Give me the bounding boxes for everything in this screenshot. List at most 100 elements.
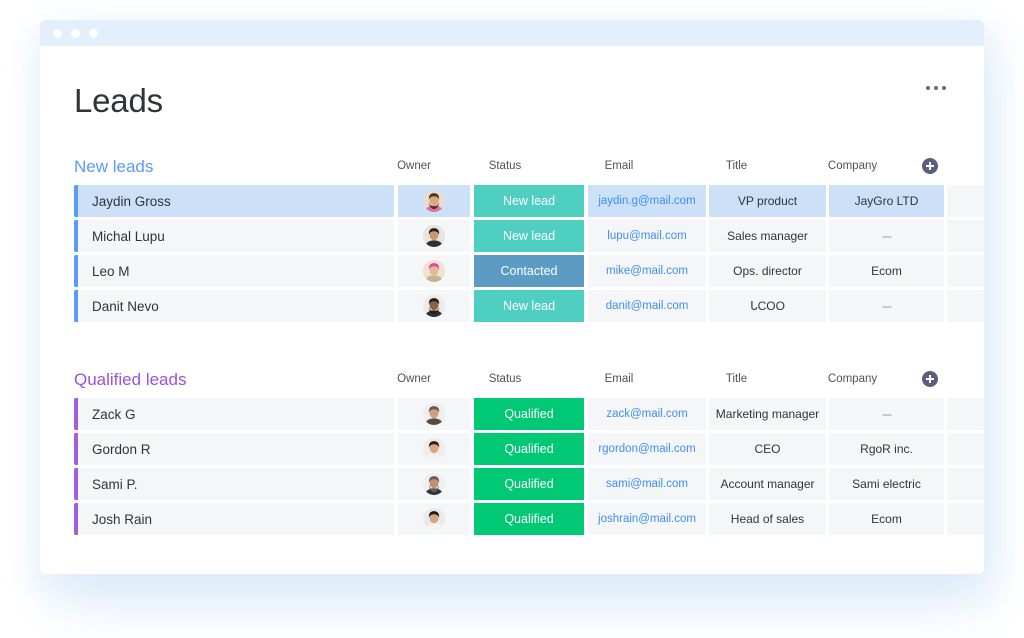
board-content: Leads New leads Owner Status Email Title…	[40, 46, 984, 574]
group-qualified-leads: Qualified leads Owner Status Email Title…	[74, 366, 950, 535]
cell-email[interactable]: zack@mail.com	[588, 398, 706, 430]
cell-email[interactable]: jaydin.g@mail.com	[588, 185, 706, 217]
cell-title[interactable]: CEO	[709, 433, 826, 465]
avatar	[423, 190, 445, 212]
cell-company[interactable]: RgoR inc.	[829, 433, 944, 465]
status-badge[interactable]: New lead	[474, 185, 584, 217]
column-header-row: New leads Owner Status Email Title Compa…	[74, 153, 950, 179]
cell-owner[interactable]	[398, 255, 470, 287]
cell-empty	[947, 503, 984, 535]
avatar	[423, 403, 445, 425]
column-header-row: Qualified leads Owner Status Email Title…	[74, 366, 950, 392]
cell-empty	[947, 255, 984, 287]
cell-lead-name[interactable]: Jaydin Gross	[78, 185, 394, 217]
table-row[interactable]: Jaydin Gross New lead jaydin.g@mail.com …	[74, 185, 950, 217]
page-header: Leads	[74, 76, 950, 117]
status-badge[interactable]: Qualified	[474, 503, 584, 535]
cell-email[interactable]: joshrain@mail.com	[588, 503, 706, 535]
add-column-cell	[910, 158, 950, 174]
cell-lead-name[interactable]: Josh Rain	[78, 503, 394, 535]
table-row[interactable]: Danit Nevo New lead danit@mail.com ᒐCOO …	[74, 290, 950, 322]
cell-owner[interactable]	[398, 503, 470, 535]
cell-email[interactable]: mike@mail.com	[588, 255, 706, 287]
cell-owner[interactable]	[398, 220, 470, 252]
browser-window: Leads New leads Owner Status Email Title…	[40, 20, 984, 574]
column-header-title[interactable]: Title	[678, 373, 795, 385]
avatar	[423, 438, 445, 460]
column-header-title[interactable]: Title	[678, 160, 795, 172]
status-badge[interactable]: Qualified	[474, 398, 584, 430]
window-dot-maximize-icon[interactable]	[89, 29, 98, 38]
cell-lead-name[interactable]: Zack G	[78, 398, 394, 430]
cell-company[interactable]: ---	[829, 290, 944, 322]
cell-owner[interactable]	[398, 398, 470, 430]
cell-title[interactable]: Account manager	[709, 468, 826, 500]
column-header-email[interactable]: Email	[560, 160, 678, 172]
table-row[interactable]: Sami P. Qualified sami@mail.com Account …	[74, 468, 950, 500]
cell-title[interactable]: ᒐCOO	[709, 290, 826, 322]
cell-email[interactable]: sami@mail.com	[588, 468, 706, 500]
table-row[interactable]: Michal Lupu New lead lupu@mail.com Sales…	[74, 220, 950, 252]
table-row[interactable]: Josh Rain Qualified joshrain@mail.com He…	[74, 503, 950, 535]
status-badge[interactable]: New lead	[474, 220, 584, 252]
status-badge[interactable]: Qualified	[474, 468, 584, 500]
cell-empty	[947, 220, 984, 252]
cell-company[interactable]: Ecom	[829, 255, 944, 287]
cell-lead-name[interactable]: Michal Lupu	[78, 220, 394, 252]
column-header-company[interactable]: Company	[795, 160, 910, 172]
column-header-status[interactable]: Status	[450, 160, 560, 172]
group-title-qualified-leads[interactable]: Qualified leads	[74, 371, 186, 388]
column-header-email[interactable]: Email	[560, 373, 678, 385]
cell-empty	[947, 290, 984, 322]
add-column-icon[interactable]	[922, 371, 938, 387]
group-list: New leads Owner Status Email Title Compa…	[74, 153, 950, 535]
cell-owner[interactable]	[398, 433, 470, 465]
cell-title[interactable]: VP product	[709, 185, 826, 217]
window-dot-minimize-icon[interactable]	[71, 29, 80, 38]
cell-owner[interactable]	[398, 468, 470, 500]
cell-lead-name[interactable]: Danit Nevo	[78, 290, 394, 322]
cell-lead-name[interactable]: Sami P.	[78, 468, 394, 500]
group-title-new-leads[interactable]: New leads	[74, 158, 153, 175]
cell-title[interactable]: Head of sales	[709, 503, 826, 535]
status-badge[interactable]: New lead	[474, 290, 584, 322]
column-header-owner[interactable]: Owner	[378, 160, 450, 172]
avatar	[423, 508, 445, 530]
table-row[interactable]: Gordon R Qualified rgordon@mail.com CEO …	[74, 433, 950, 465]
page-root: Leads New leads Owner Status Email Title…	[0, 0, 1024, 638]
cell-title[interactable]: Sales manager	[709, 220, 826, 252]
column-header-company[interactable]: Company	[795, 373, 910, 385]
cell-email[interactable]: lupu@mail.com	[588, 220, 706, 252]
table-row[interactable]: Leo M Contacted mike@mail.com Ops. direc…	[74, 255, 950, 287]
cell-email[interactable]: rgordon@mail.com	[588, 433, 706, 465]
cell-lead-name[interactable]: Gordon R	[78, 433, 394, 465]
cell-company[interactable]: JayGro LTD	[829, 185, 944, 217]
add-column-icon[interactable]	[922, 158, 938, 174]
window-dot-close-icon[interactable]	[53, 29, 62, 38]
cell-email[interactable]: danit@mail.com	[588, 290, 706, 322]
cell-lead-name[interactable]: Leo M	[78, 255, 394, 287]
cell-company[interactable]: Sami electric	[829, 468, 944, 500]
cell-company[interactable]: ---	[829, 398, 944, 430]
cell-empty	[947, 433, 984, 465]
cell-title[interactable]: Marketing manager	[709, 398, 826, 430]
column-header-status[interactable]: Status	[450, 373, 560, 385]
status-badge[interactable]: Contacted	[474, 255, 584, 287]
avatar	[423, 260, 445, 282]
column-header-owner[interactable]: Owner	[378, 373, 450, 385]
cell-owner[interactable]	[398, 185, 470, 217]
avatar	[423, 225, 445, 247]
cell-company[interactable]: ---	[829, 220, 944, 252]
avatar	[423, 473, 445, 495]
cell-title[interactable]: Ops. director	[709, 255, 826, 287]
kebab-menu-icon[interactable]	[926, 76, 950, 90]
cell-empty	[947, 398, 984, 430]
page-title: Leads	[74, 76, 163, 117]
status-badge[interactable]: Qualified	[474, 433, 584, 465]
cell-empty	[947, 468, 984, 500]
window-titlebar	[40, 20, 984, 46]
table-row[interactable]: Zack G Qualified zack@mail.com Marketing…	[74, 398, 950, 430]
cell-owner[interactable]	[398, 290, 470, 322]
cell-empty	[947, 185, 984, 217]
cell-company[interactable]: Ecom	[829, 503, 944, 535]
